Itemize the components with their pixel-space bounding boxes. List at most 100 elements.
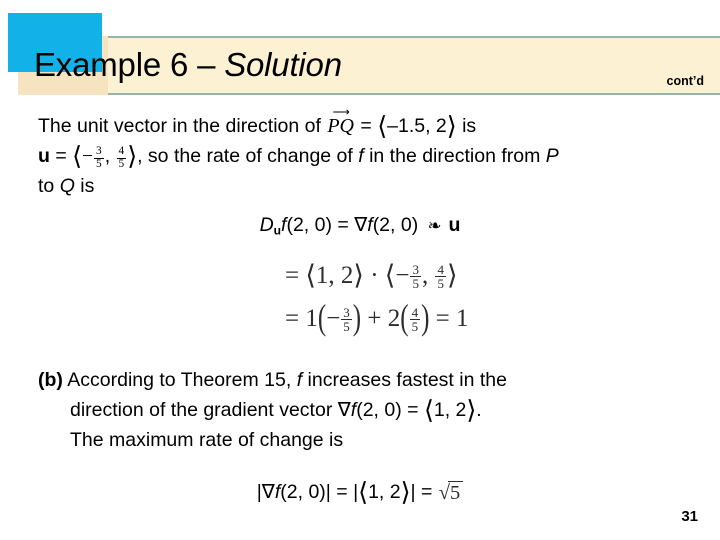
fraction-three-fifths: 35 [341, 306, 352, 334]
fraction-denominator: 5 [116, 157, 127, 170]
fraction-numerator: 3 [96, 145, 102, 158]
part-b-text-c: direction of the gradient vector [70, 399, 338, 421]
gradient-components: 1, 2 [368, 481, 401, 503]
fraction-numerator: 3 [343, 304, 350, 320]
fraction-four-fifths: 45 [116, 145, 127, 170]
math-equals: = [285, 262, 306, 290]
angle-bracket-close: ⟩ [466, 396, 477, 425]
fraction-denominator: 5 [409, 319, 421, 335]
angle-bracket-close: ⟩ [446, 112, 457, 141]
fraction-denominator: 5 [435, 276, 446, 292]
angle-bracket-close: ⟩ [400, 478, 411, 507]
paren-close: ) [421, 298, 430, 338]
radicand-value: 5 [448, 481, 464, 505]
derivative-equals: = [331, 214, 355, 236]
final-equals-2: = [415, 481, 438, 503]
period-mark: . [476, 399, 482, 421]
paren-close: ) [352, 298, 362, 338]
page-title-prefix: Example 6 – [34, 46, 225, 83]
part-b-line-2: direction of the gradient vector ∇f(2, 0… [70, 397, 482, 423]
angle-bracket-open: ⟨ [72, 142, 83, 171]
u-vector-symbol: u [448, 214, 461, 236]
body-line-1: The unit vector in the direction of ⟶ PQ … [38, 106, 477, 141]
d-operator-subscript: u [273, 223, 282, 238]
page-title-suffix: Solution [224, 46, 342, 83]
body-line-1-tail: is [456, 115, 477, 137]
point-p-symbol: P [545, 145, 559, 167]
angle-bracket-close: ⟩ [446, 260, 458, 290]
comma-separator: , [104, 145, 116, 167]
fraction-three-fifths: 35 [94, 146, 104, 170]
fraction-numerator: 4 [437, 261, 444, 277]
part-b-line-1: (b) According to Theorem 15, f increases… [38, 367, 507, 393]
part-b-text-a: According to Theorem 15, [62, 369, 297, 391]
body-line-3-text-b: is [74, 175, 95, 197]
coefficient-1: 1 [305, 305, 318, 332]
derivative-args-2: (2, 0) [372, 214, 424, 236]
continued-label: cont’d [666, 74, 705, 88]
directional-derivative-line: Duf(2, 0) = ∇f(2, 0) ❧ u [0, 213, 720, 237]
body-line-1-text: The unit vector in the direction of [38, 115, 327, 137]
part-b-text-b: increases fastest in the [302, 369, 507, 391]
angle-bracket-open: ⟨ [423, 396, 434, 425]
d-operator-symbol: D [259, 214, 274, 236]
derivative-args: (2, 0) [286, 214, 332, 236]
body-line-2-equals: = [49, 145, 73, 167]
dot-product-icon: ❧ [427, 216, 442, 235]
fraction-four-fifths: 45 [435, 263, 446, 291]
math-equals: = [285, 305, 306, 332]
slide-body: The unit vector in the direction of ⟶ PQ … [0, 95, 720, 540]
vector-pq-notation: ⟶ PQ [326, 106, 355, 139]
angle-bracket-close: ⟩ [353, 260, 364, 290]
body-line-1-components: –1.5, 2 [387, 115, 447, 137]
comma-separator: , [421, 262, 435, 290]
body-line-1-equals: = [355, 115, 378, 137]
math-equation-line-1: = ⟨1, 2⟩ · ⟨− 3 5, 4 5 ⟩ [285, 260, 457, 291]
paren-open: ( [400, 298, 409, 338]
part-b-text-d: (2, 0) = [356, 399, 424, 421]
angle-bracket-open: ⟨ [305, 260, 316, 290]
vector-arrow-icon: ⟶ [332, 105, 350, 120]
math-result: 1 [456, 305, 469, 332]
plus-sign: + [361, 305, 388, 332]
gradient-components: 1, 2 [433, 399, 467, 421]
minus-sign: − [326, 305, 341, 332]
part-b-line-3: The maximum rate of change is [70, 429, 344, 451]
minus-sign: − [395, 262, 410, 290]
math-equation-line-2: = 1(− 3 5) + 2(4 5) = 1 [285, 299, 469, 338]
coefficient-2: 2 [387, 305, 401, 332]
body-line-2-text: , so the rate of change of [137, 145, 359, 167]
final-args: (2, 0) [280, 481, 326, 503]
fraction-numerator: 4 [411, 304, 419, 320]
nabla-icon: ∇ [337, 399, 351, 421]
body-line-3-text-a: to [38, 175, 60, 197]
math-equals-2: = [429, 305, 456, 332]
angle-bracket-open: ⟨ [377, 112, 388, 141]
max-rate-of-change-line: |∇f(2, 0)| = |⟨1, 2⟩| = √5 [0, 480, 720, 505]
square-root-expression: √5 [438, 481, 464, 505]
body-line-2: u = ⟨− 3 5, 4 5 ⟩, so the rate of change of … [38, 143, 559, 170]
fraction-denominator: 5 [341, 319, 352, 335]
body-line-2-text-b: in the direction from [363, 145, 546, 167]
body-line-3: to Q is [38, 173, 94, 199]
gradient-components: 1, 2 [315, 262, 354, 290]
point-q-symbol: Q [59, 175, 75, 197]
fraction-three-fifths: 35 [410, 263, 421, 291]
fraction-numerator: 4 [118, 145, 125, 158]
nabla-icon: ∇ [354, 214, 368, 236]
nabla-icon: ∇ [261, 481, 275, 503]
dot-product-icon: · [363, 262, 385, 290]
angle-bracket-open: ⟨ [384, 260, 396, 290]
part-b-label: (b) [38, 369, 63, 391]
angle-bracket-close: ⟩ [127, 142, 138, 171]
paren-open: ( [317, 298, 327, 338]
fraction-four-fifths: 45 [409, 304, 421, 335]
final-equals: = [330, 481, 354, 503]
angle-bracket-open: ⟨ [358, 478, 369, 507]
fraction-numerator: 3 [412, 261, 419, 277]
page-title: Example 6 – Solution [34, 40, 342, 90]
page-number: 31 [681, 508, 698, 525]
minus-sign: − [82, 146, 94, 167]
fraction-denominator: 5 [94, 157, 104, 170]
u-vector-symbol: u [38, 145, 50, 167]
